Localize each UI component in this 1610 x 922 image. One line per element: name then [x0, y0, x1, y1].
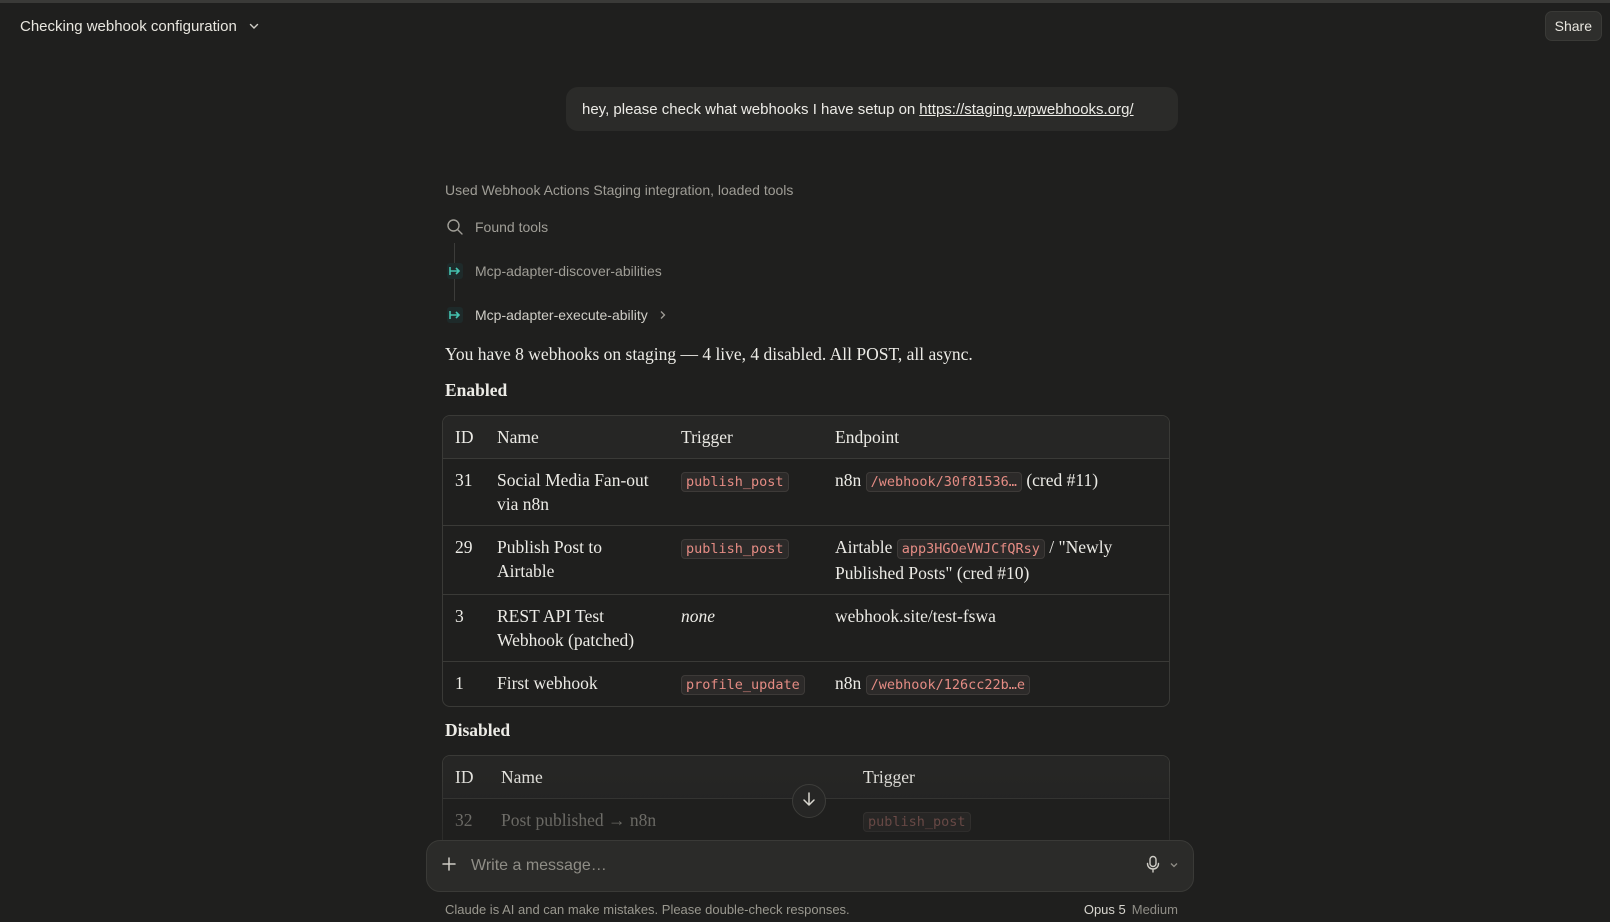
table-header-row: ID Name Trigger Endpoint	[443, 416, 1169, 458]
trigger-code: publish_post	[681, 472, 789, 492]
cell-id: 29	[455, 537, 473, 557]
tools-used-summary[interactable]: Used Webhook Actions Staging integration…	[445, 182, 793, 198]
search-icon	[445, 217, 465, 237]
column-header: Trigger	[863, 767, 915, 787]
tool-item-label: Mcp-adapter-execute-ability	[475, 307, 648, 323]
cell-trigger: none	[681, 606, 716, 626]
enabled-webhooks-table: ID Name Trigger Endpoint 31 Social Media…	[442, 415, 1170, 707]
cell-id: 1	[455, 673, 464, 693]
table-row: 3 REST API Test Webhook (patched) none w…	[443, 594, 1169, 661]
cell-endpoint: n8n /webhook/30f81536… (cred #11)	[823, 459, 1169, 525]
trigger-code: publish_post	[863, 812, 971, 832]
tool-item-discover-abilities[interactable]: Mcp-adapter-discover-abilities	[445, 261, 662, 281]
user-message-text: hey, please check what webhooks I have s…	[582, 100, 916, 118]
message-input[interactable]	[471, 857, 1145, 875]
endpoint-service: n8n	[835, 470, 862, 490]
cell-endpoint: n8n /webhook/126cc22b…e	[823, 662, 1169, 706]
effort-level: Medium	[1131, 902, 1178, 917]
conversation-title: Checking webhook configuration	[20, 17, 237, 35]
cell-trigger: publish_post	[851, 799, 1169, 843]
endpoint-service: n8n	[835, 673, 862, 693]
endpoint-code: /webhook/30f81536…	[865, 472, 1022, 492]
cell-endpoint: Airtable app3HGOeVWJCfQRsy / "Newly Publ…	[823, 526, 1169, 594]
ai-disclaimer: Claude is AI and can make mistakes. Plea…	[445, 902, 850, 917]
chevron-right-icon	[658, 307, 668, 323]
tool-item-execute-ability[interactable]: Mcp-adapter-execute-ability	[445, 305, 668, 325]
cell-trigger: publish_post	[669, 459, 823, 525]
microphone-icon[interactable]	[1145, 855, 1161, 878]
column-header: Endpoint	[835, 427, 900, 447]
answer-summary: You have 8 webhooks on staging — 4 live,…	[445, 344, 973, 364]
message-composer	[426, 840, 1194, 892]
user-message-link[interactable]: https://staging.wpwebhooks.org/	[919, 101, 1133, 118]
cell-name: First webhook	[497, 673, 598, 693]
table-row: 29 Publish Post to Airtable publish_post…	[443, 525, 1169, 594]
chevron-down-icon[interactable]	[1169, 857, 1179, 875]
trigger-code: publish_post	[681, 539, 789, 559]
conversation: hey, please check what webhooks I have s…	[0, 50, 1610, 922]
column-header: ID	[455, 767, 474, 787]
cell-name: REST API Test Webhook (patched)	[497, 606, 635, 650]
chevron-down-icon	[247, 19, 261, 33]
conversation-title-menu[interactable]: Checking webhook configuration	[20, 18, 261, 35]
user-message: hey, please check what webhooks I have s…	[566, 87, 1178, 131]
arrow-down-icon	[801, 791, 817, 812]
scroll-to-bottom-button[interactable]	[792, 784, 826, 818]
model-name: Opus 5	[1083, 902, 1126, 917]
cell-name: Social Media Fan-out via n8n	[497, 470, 649, 514]
tool-item-found-tools: Found tools	[445, 217, 548, 237]
cell-trigger: publish_post	[669, 526, 823, 594]
tool-item-label: Mcp-adapter-discover-abilities	[475, 263, 662, 279]
cell-name: Publish Post to Airtable	[497, 537, 603, 581]
model-selector[interactable]: Opus 5 Medium	[1084, 902, 1178, 917]
column-header: Name	[497, 427, 539, 447]
plus-icon[interactable]	[441, 856, 457, 877]
enabled-heading: Enabled	[445, 380, 508, 400]
trigger-code: profile_update	[681, 675, 805, 695]
column-header: Trigger	[681, 427, 733, 447]
cell-id: 32	[455, 810, 473, 830]
disabled-heading: Disabled	[445, 720, 511, 740]
table-row: 1 First webhook profile_update n8n /webh…	[443, 661, 1169, 706]
column-header: ID	[455, 427, 474, 447]
tool-item-label: Found tools	[475, 219, 549, 235]
endpoint-service: Airtable	[835, 537, 893, 557]
mcp-tool-icon	[445, 261, 465, 281]
endpoint-code: /webhook/126cc22b…e	[865, 675, 1031, 695]
cell-endpoint: webhook.site/test-fswa	[835, 606, 996, 626]
endpoint-note: (cred #11)	[1026, 470, 1099, 490]
mcp-tool-icon	[445, 305, 465, 325]
chat-header: Checking webhook configuration Share	[0, 3, 1610, 49]
cell-id: 31	[455, 470, 473, 490]
cell-id: 3	[455, 606, 464, 626]
share-button[interactable]: Share	[1544, 11, 1602, 41]
cell-trigger: profile_update	[669, 662, 823, 706]
table-row: 31 Social Media Fan-out via n8n publish_…	[443, 458, 1169, 525]
endpoint-code: app3HGOeVWJCfQRsy	[896, 539, 1045, 559]
